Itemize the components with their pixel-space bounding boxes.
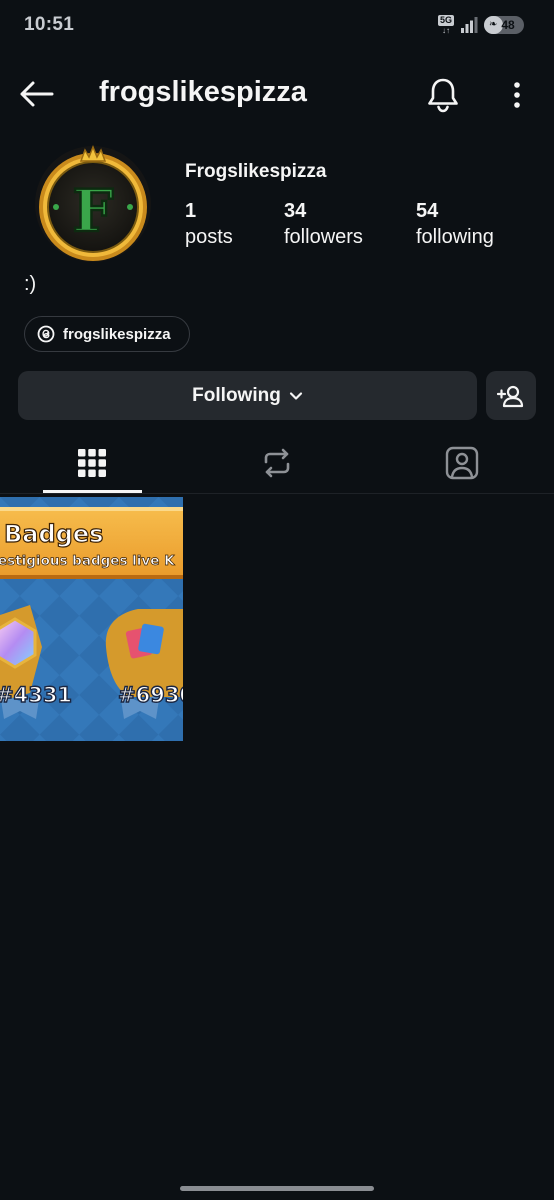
threads-link[interactable]: frogslikespizza [24, 316, 190, 352]
status-icons: 5G ↓↑ ❧ 48 [437, 14, 524, 36]
tab-tagged[interactable] [370, 432, 554, 494]
threads-icon [37, 325, 55, 343]
post-title-text: Badges [4, 520, 103, 548]
status-bar: 10:51 5G ↓↑ ❧ 48 [0, 0, 554, 52]
top-app-bar: frogslikespizza [0, 62, 554, 126]
repost-icon [264, 448, 290, 478]
following-count-value: 54 [416, 200, 439, 222]
followers-count-value: 34 [284, 200, 307, 222]
network-label: 5G [437, 15, 454, 26]
followers-count[interactable]: 34 followers [284, 198, 363, 250]
profile-bio: :) [24, 273, 37, 295]
back-arrow-icon [20, 81, 54, 107]
notifications-button[interactable] [422, 74, 464, 116]
post-thumbnail[interactable]: Badges estigious badges live K #4331 #69… [0, 497, 183, 741]
followers-count-label: followers [284, 226, 363, 248]
avatar-letter: F [72, 177, 113, 245]
profile-tabs [0, 432, 554, 494]
posts-count-label: posts [185, 226, 233, 248]
home-indicator[interactable] [180, 1186, 374, 1191]
tagged-icon [445, 446, 479, 480]
chevron-down-icon [289, 391, 302, 400]
tab-posts-grid[interactable] [0, 432, 184, 494]
suggested-users-button[interactable] [486, 371, 536, 420]
threads-handle: frogslikespizza [63, 325, 171, 343]
battery-saver-icon: ❧ [489, 19, 498, 30]
status-time: 10:51 [24, 14, 75, 35]
posts-count-value: 1 [185, 200, 197, 222]
following-button[interactable]: Following [18, 371, 477, 420]
post-subtitle-text: estigious badges live K [0, 553, 175, 569]
bell-icon [428, 78, 458, 113]
active-tab-indicator [43, 490, 142, 493]
back-button[interactable] [16, 74, 56, 114]
grid-icon [78, 449, 106, 477]
more-vertical-icon [514, 82, 520, 108]
signal-icon [461, 17, 478, 33]
following-count-label: following [416, 226, 494, 248]
tab-reposts[interactable] [185, 432, 369, 494]
network-5g-icon: 5G ↓↑ [437, 15, 454, 35]
following-count[interactable]: 54 following [416, 198, 494, 250]
more-options-button[interactable] [500, 74, 534, 116]
following-button-label: Following [192, 384, 281, 406]
profile-username: frogslikespizza [99, 76, 307, 108]
avatar[interactable]: F [34, 145, 152, 263]
profile-screen: 10:51 5G ↓↑ ❧ 48 frogslikespizza F Frogs… [0, 0, 554, 1200]
add-user-icon [497, 385, 524, 407]
display-name: Frogslikespizza [185, 161, 327, 182]
posts-count[interactable]: 1 posts [185, 198, 233, 250]
battery-indicator: ❧ 48 [484, 16, 524, 34]
badge-rank-1: #4331 [0, 683, 72, 707]
badge-rank-2: #6930 [118, 683, 183, 707]
battery-level: 48 [501, 18, 515, 32]
